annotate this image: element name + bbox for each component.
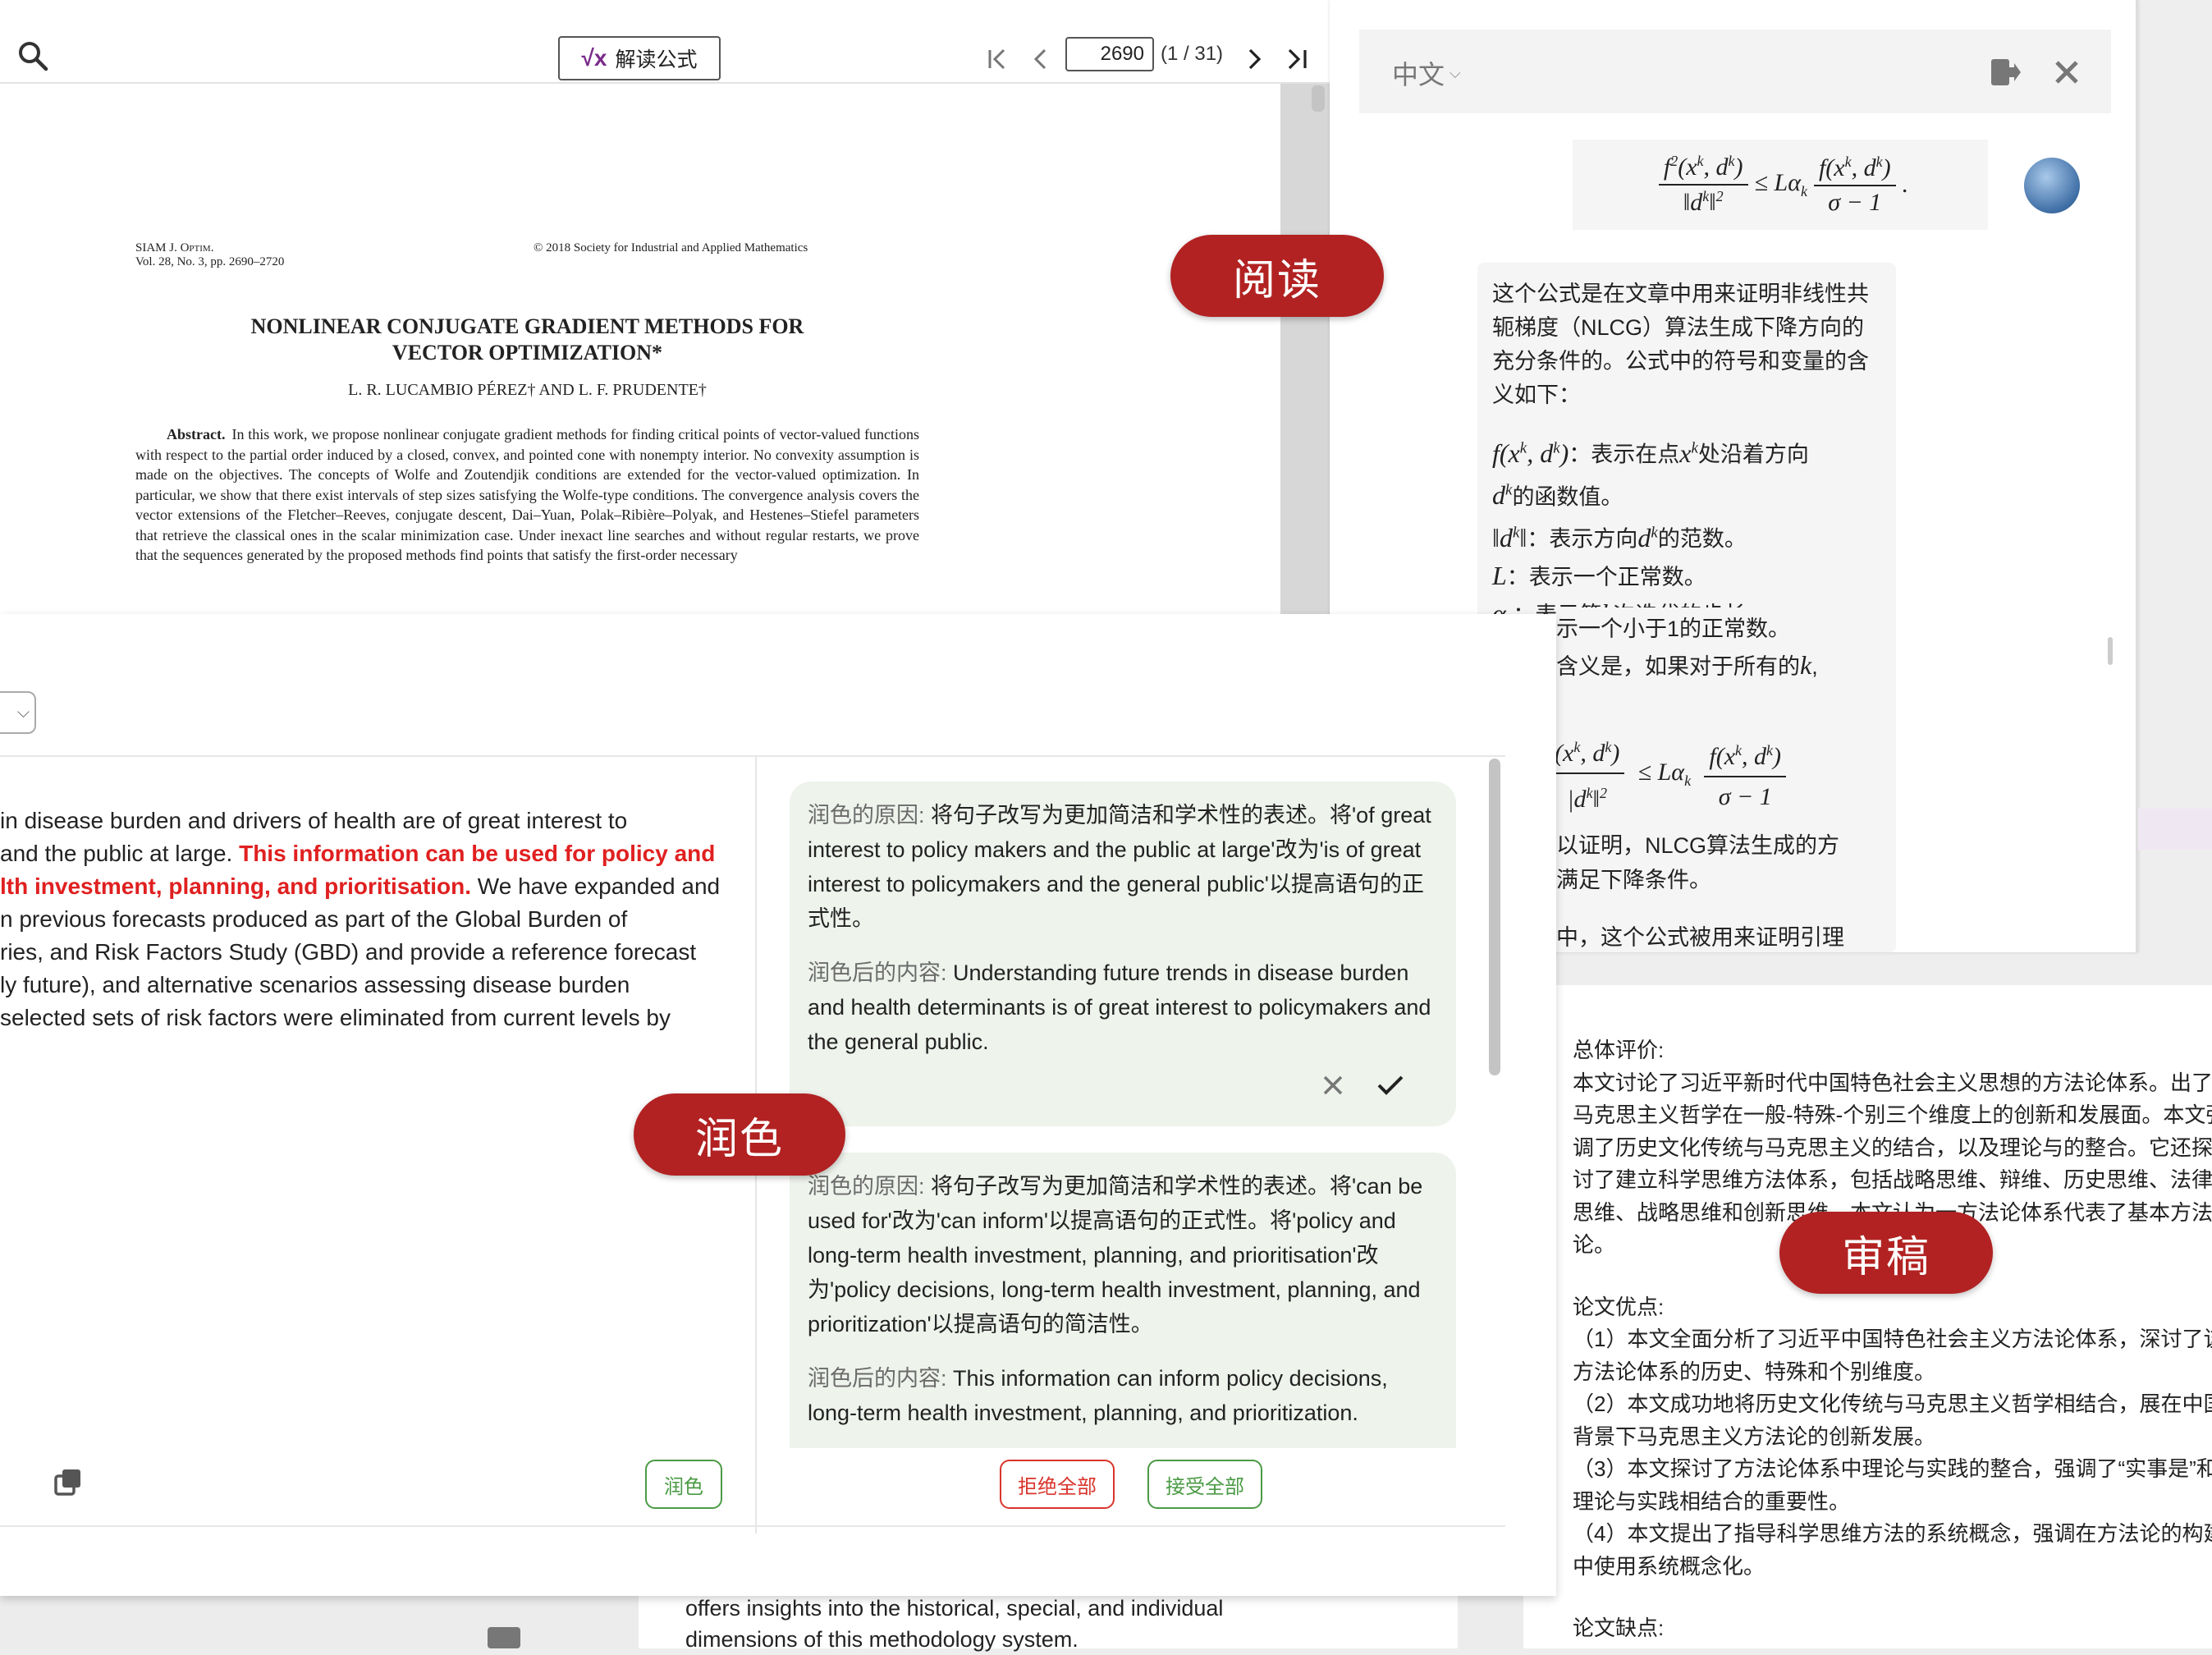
- review-content: 总体评价: 本文讨论了习近平新时代中国特色社会主义思想的方法论体系。出了马克思主…: [1573, 1034, 2212, 1645]
- polish-divider-bottom: [0, 1525, 1505, 1527]
- original-line1: in disease burden and drivers of health …: [0, 808, 628, 833]
- strength-3: （3）本文探讨了方法论体系中理论与实践的整合，强调了“实事是”和理论与实践相结合…: [1573, 1456, 2212, 1514]
- title-line1: NONLINEAR CONJUGATE GRADIENT METHODS FOR: [250, 314, 804, 338]
- accept-all-button[interactable]: 接受全部: [1147, 1460, 1262, 1509]
- weakness-label: 论文缺点:: [1573, 1616, 1665, 1640]
- meaning-partial: 含义是，如果对于所有的k,: [1556, 650, 1818, 680]
- chat-header: 中文 ⌵: [1359, 30, 2111, 113]
- read-label: 阅读: [1170, 235, 1384, 317]
- abstract: Abstract. In this work, we propose nonlin…: [135, 424, 919, 566]
- answer-intro: 这个公式是在文章中用来证明非线性共轭梯度（NLCG）算法生成下降方向的充分条件的…: [1492, 282, 1869, 407]
- copy-icon[interactable]: [51, 1465, 87, 1501]
- suggestions-scrollbar[interactable]: [1489, 759, 1500, 1075]
- def-f: f(xk, dk)：表示在点xk处沿着方向 dk的函数值。: [1492, 438, 1809, 511]
- pdf-page: SIAM J. Optim. Vol. 28, No. 3, pp. 2690–…: [0, 84, 1280, 624]
- title-line2: VECTOR OPTIMIZATION*: [392, 341, 663, 364]
- export-icon[interactable]: [1985, 53, 2024, 92]
- abstract-label: Abstract.: [167, 426, 226, 442]
- suggestion-1-reason: 润色的原因: 将句子改写为更加简洁和学术性的表述。将'of great inte…: [808, 803, 1431, 931]
- paper-title: NONLINEAR CONJUGATE GRADIENT METHODS FOR…: [135, 314, 919, 366]
- abstract-body: In this work, we propose nonlinear conju…: [135, 426, 919, 563]
- strength-2: （2）本文成功地将历史文化传统与马克思主义哲学相结合，展在中国背景下马克思主义方…: [1573, 1391, 2212, 1449]
- search-icon[interactable]: [13, 36, 53, 76]
- suggestion-1-text: 润色的原因: 将句子改写为更加简洁和学术性的表述。将'of great inte…: [808, 798, 1441, 1059]
- formula-repeat: (xk, dk) |dk‖2 ≤ Lαk f(xk, dk) σ − 1: [1556, 731, 1793, 816]
- overall-label: 总体评价:: [1573, 1038, 1665, 1062]
- proof-partial-2: 满足下降条件。: [1556, 868, 1711, 892]
- polish-button[interactable]: 润色: [645, 1460, 722, 1509]
- suggestion-card-1: 润色的原因: 将句子改写为更加简洁和学术性的表述。将'of great inte…: [790, 782, 1456, 1126]
- reader-scrollbar[interactable]: [1312, 85, 1325, 112]
- formula-button-label: 解读公式: [615, 48, 698, 71]
- def-sigma-partial: 示一个小于1的正常数。: [1556, 617, 1791, 641]
- original-line5: ries, and Risk Factors Study (GBD) and p…: [0, 939, 697, 965]
- language-select[interactable]: 中文 ⌵: [1392, 54, 1461, 92]
- close-icon[interactable]: [2049, 54, 2085, 90]
- reader-scroll-gutter: [1280, 84, 1330, 624]
- pdf-reader-panel: √x 解读公式 2690 (1 / 31) SIAM J. Optim. Vol…: [0, 0, 1330, 624]
- original-line2: and the public at large. This informatio…: [0, 841, 716, 866]
- page-count: (1 / 31): [1161, 43, 1224, 65]
- mode-select[interactable]: ⌵: [0, 691, 36, 734]
- original-line6: ly future), and alternative scenarios as…: [0, 972, 630, 997]
- suggestion-card-2: 润色的原因: 将句子改写为更加简洁和学术性的表述。将'can be used f…: [790, 1153, 1456, 1448]
- language-label: 中文: [1392, 60, 1445, 89]
- suggestion-2-result: 润色后的内容: This information can inform poli…: [808, 1366, 1388, 1425]
- prev-page-icon[interactable]: [1024, 43, 1057, 76]
- original-text: in disease burden and drivers of health …: [0, 805, 739, 1034]
- chevron-down-icon: ⌵: [1449, 64, 1461, 81]
- next-page-icon[interactable]: [1238, 43, 1271, 76]
- answer-overflow: 示一个小于1的正常数。 含义是，如果对于所有的k, (xk, dk) |dk‖2 …: [1556, 607, 1885, 952]
- def-norm: ‖dk‖：表示方向dk的范数。: [1492, 522, 1747, 552]
- highlight-2: lth investment, planning, and prioritisa…: [0, 873, 472, 899]
- suggestion-2-text: 润色的原因: 将句子改写为更加简洁和学术性的表述。将'can be used f…: [808, 1169, 1441, 1430]
- reject-all-button[interactable]: 拒绝全部: [1000, 1460, 1115, 1509]
- reader-toolbar: √x 解读公式 2690 (1 / 31): [0, 0, 1330, 84]
- original-line4: n previous forecasts produced as part of…: [0, 906, 628, 932]
- journal-line1: SIAM J. Optim.: [135, 241, 214, 254]
- bottom-line1: offers insights into the historical, spe…: [685, 1596, 1224, 1621]
- strength-4: （4）本文提出了指导科学思维方法的系统概念，强调在方法论的构建中使用系统概念化。: [1573, 1521, 2212, 1579]
- paper-authors: L. R. LUCAMBIO PÉREZ† AND L. F. PRUDENTE…: [348, 381, 707, 399]
- copyright: © 2018 Society for Industrial and Applie…: [534, 241, 808, 254]
- review-panel: 总体评价: 本文讨论了习近平新时代中国特色社会主义思想的方法论体系。出了马克思主…: [1523, 985, 2212, 1648]
- formula-button[interactable]: √x 解读公式: [558, 36, 721, 80]
- avatar: [2024, 158, 2080, 213]
- suggestion-1-result: 润色后的内容: Understanding future trends in d…: [808, 960, 1431, 1054]
- list-icon[interactable]: [488, 1627, 520, 1648]
- accept-icon[interactable]: [1374, 1069, 1407, 1102]
- chat-scrollbar[interactable]: [2108, 637, 2113, 665]
- bottom-line2: dimensions of this methodology system.: [685, 1627, 1079, 1652]
- suggestion-2-reason: 润色的原因: 将句子改写为更加简洁和学术性的表述。将'can be used f…: [808, 1174, 1423, 1336]
- review-bg-strip: [2138, 809, 2212, 850]
- journal-info: SIAM J. Optim. Vol. 28, No. 3, pp. 2690–…: [135, 241, 284, 269]
- page-number-value: 2690: [1100, 43, 1144, 65]
- strengths-label: 论文优点:: [1573, 1294, 1665, 1319]
- side-stamp: [0, 355, 16, 601]
- polish-label: 润色: [634, 1093, 845, 1176]
- original-line7: selected sets of risk factors were elimi…: [0, 1005, 671, 1030]
- strength-1: （1）本文全面分析了习近平中国特色社会主义方法论体系，深讨了该方法论体系的历史、…: [1573, 1327, 2212, 1384]
- page-number-input[interactable]: 2690: [1065, 37, 1154, 71]
- review-label: 审稿: [1779, 1212, 1993, 1294]
- original-line3: lth investment, planning, and prioritisa…: [0, 873, 721, 899]
- polish-divider-top: [0, 755, 1505, 757]
- context-partial: 中，这个公式被用来证明引理: [1556, 925, 1844, 950]
- journal-line2: Vol. 28, No. 3, pp. 2690–2720: [135, 255, 285, 268]
- first-page-icon[interactable]: [982, 43, 1014, 76]
- chevron-down-icon: ⌵: [16, 703, 30, 722]
- def-L: L：表示一个正常数。: [1492, 560, 1706, 590]
- proof-partial-1: 以证明，NLCG算法生成的方: [1556, 833, 1840, 858]
- sqrt-x-icon: √x: [581, 45, 607, 71]
- highlight-1: This information can be used for policy …: [239, 841, 716, 866]
- bottom-doc-text: offers insights into the historical, spe…: [685, 1593, 1223, 1655]
- last-page-icon[interactable]: [1280, 43, 1313, 76]
- reject-icon[interactable]: [1317, 1069, 1349, 1102]
- user-formula-bubble: f2(xk, dk) ‖dk‖2 ≤ Lαk f(xk, dk) σ − 1.: [1573, 140, 1988, 230]
